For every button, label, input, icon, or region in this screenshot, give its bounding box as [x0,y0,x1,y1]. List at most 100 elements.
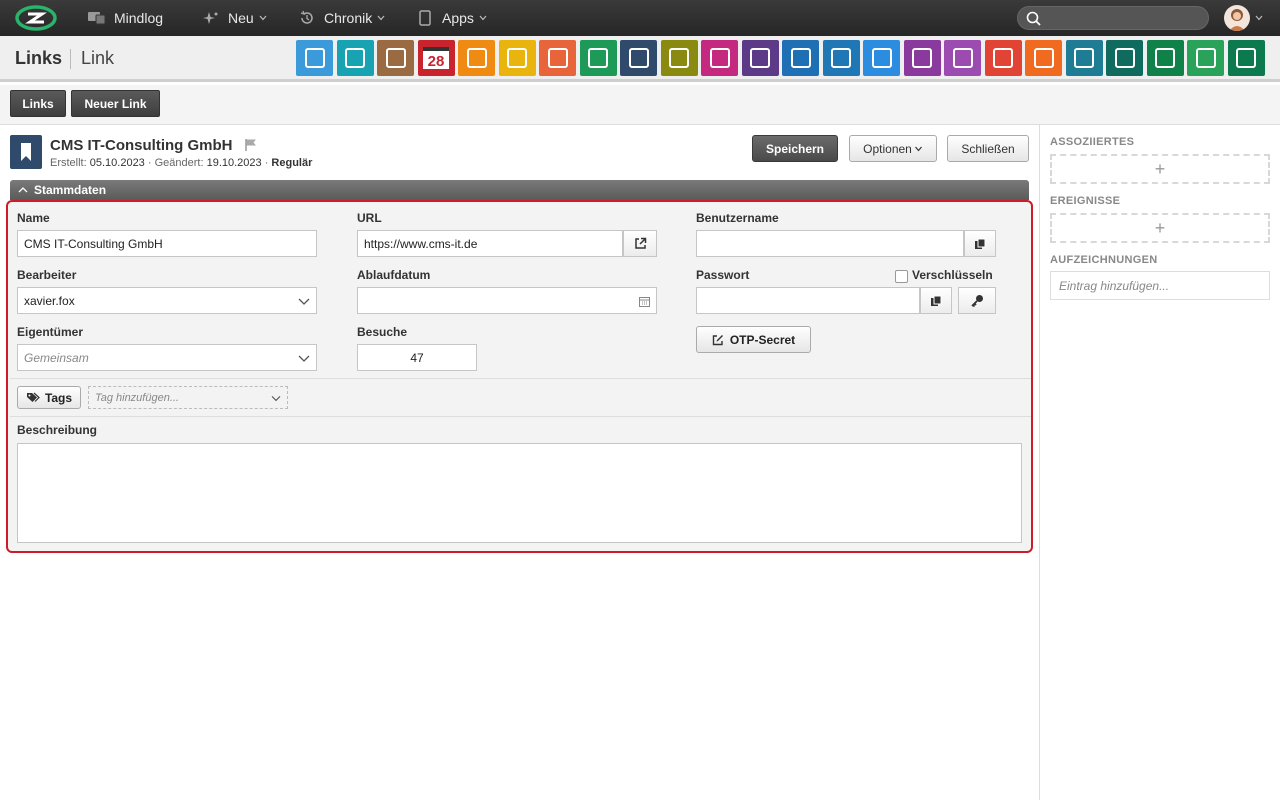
created-label: Erstellt: [50,157,87,169]
visits-label: Besuche [357,325,408,339]
encrypt-label[interactable]: Verschlüsseln [912,268,993,282]
app-mail-icon[interactable] [296,40,333,76]
right-sidebar: ASSOZIIERTES + EREIGNISSE + AUFZEICHNUNG… [1039,125,1280,800]
app-contracts-icon[interactable] [903,40,941,76]
app-links-icon[interactable] [620,40,657,76]
chevron-down-icon [259,15,267,21]
app-delivery-icon[interactable] [782,40,819,76]
app-support-icon[interactable] [822,40,860,76]
plus-icon: + [1154,217,1166,238]
app-tasks-icon[interactable] [498,40,536,76]
password-label: Passwort [696,268,750,282]
visits-field[interactable]: 47 [357,344,477,371]
copy-password-button[interactable] [920,287,952,314]
otp-secret-button[interactable]: OTP-Secret [696,326,811,353]
password-field[interactable] [696,287,920,314]
tags-button[interactable]: Tags [17,386,81,409]
entity-title: Link [81,48,115,68]
app-download-icon[interactable] [1065,40,1103,76]
username-field[interactable] [696,230,964,257]
name-field[interactable]: CMS IT-Consulting GmbH [17,230,317,257]
editor-select[interactable]: xavier.fox [17,287,317,314]
chevron-down-icon [914,146,922,151]
flag-icon[interactable] [244,138,258,152]
chevron-down-icon [298,355,310,362]
chevron-up-icon [18,187,28,193]
save-button[interactable]: Speichern [752,135,838,162]
expiry-date-field[interactable] [357,287,657,314]
module-titlebar: Links Link 28 [0,36,1280,82]
changed-label: Geändert: [154,157,204,169]
nav-new[interactable]: Neu [202,0,267,36]
tags-label: Tags [44,390,73,405]
associated-heading: ASSOZIIERTES [1050,136,1135,148]
app-database-icon[interactable] [1227,40,1265,76]
nav-label: Chronik [324,10,373,26]
app-shop-icon[interactable] [1106,40,1143,76]
links-button[interactable]: Links [10,90,66,117]
nav-history[interactable]: Chronik [298,0,385,36]
bookmark-icon [10,135,42,169]
edit-icon [712,334,723,345]
copy-username-button[interactable] [964,230,996,257]
tablet-icon [416,10,434,26]
editor-label: Bearbeiter [17,268,77,282]
description-textarea[interactable] [17,443,1022,543]
otp-label: OTP-Secret [729,332,796,347]
app-money-bag-icon[interactable] [863,40,900,76]
app-calendar-icon[interactable]: 28 [417,40,455,76]
copy-icon [931,295,942,306]
app-address-book-icon[interactable] [336,40,374,76]
module-title[interactable]: Links [15,48,62,69]
app-pricing-icon[interactable] [1187,40,1224,76]
app-partners-icon[interactable] [944,40,981,76]
app-broadcast-icon[interactable] [1025,40,1062,76]
owner-select[interactable]: Gemeinsam [17,344,317,371]
app-logo[interactable] [15,5,57,31]
chevron-down-icon[interactable] [1255,14,1263,22]
new-link-button[interactable]: Neuer Link [71,90,160,117]
sparkle-icon [202,10,220,26]
add-event-button[interactable]: + [1050,213,1270,243]
chevron-down-icon [479,15,487,21]
app-projects-icon[interactable] [539,40,576,76]
search-input[interactable] [1017,6,1209,30]
username-label: Benutzername [696,211,779,225]
app-contacts-icon[interactable] [377,40,414,76]
devices-icon [88,10,106,26]
close-button[interactable]: Schließen [947,135,1029,162]
open-url-button[interactable] [623,230,657,257]
divider [10,378,1031,379]
app-sales-icon[interactable] [701,40,738,76]
records-heading: AUFZEICHNUNGEN [1050,254,1158,266]
nav-apps[interactable]: Apps [416,0,487,36]
encrypt-checkbox[interactable] [895,270,908,283]
app-timer-icon[interactable] [458,40,495,76]
stammdaten-panel: Name CMS IT-Consulting GmbH URL https://… [6,200,1033,553]
add-associated-button[interactable]: + [1050,154,1270,184]
tag-input[interactable]: Tag hinzufügen... [88,386,288,409]
section-header-stammdaten[interactable]: Stammdaten [10,180,1029,200]
calendar-icon[interactable] [639,296,650,307]
app-pdf-icon[interactable] [984,40,1022,76]
copy-icon [975,238,986,249]
app-documents-icon[interactable] [660,40,698,76]
app-notes-icon[interactable] [579,40,617,76]
nav-label: Mindlog [114,10,164,26]
expiry-label: Ablaufdatum [357,268,431,282]
chevron-down-icon [298,298,310,305]
record-meta: Erstellt: 05.10.2023 · Geändert: 19.10.2… [50,157,313,169]
name-label: Name [17,211,50,225]
chevron-down-icon [377,15,385,21]
app-finance-icon[interactable] [1146,40,1184,76]
editor-value: xavier.fox [24,293,75,308]
url-field[interactable]: https://www.cms-it.de [357,230,623,257]
options-button[interactable]: Optionen [849,135,937,162]
add-record-input[interactable]: Eintrag hinzufügen... [1050,271,1270,300]
key-icon [971,294,983,307]
record-form-area: CMS IT-Consulting GmbH Erstellt: 05.10.2… [0,125,1040,800]
generate-password-button[interactable] [958,287,996,314]
avatar[interactable] [1224,5,1250,31]
nav-mindlog[interactable]: Mindlog [88,0,163,36]
app-billing-icon[interactable] [741,40,779,76]
